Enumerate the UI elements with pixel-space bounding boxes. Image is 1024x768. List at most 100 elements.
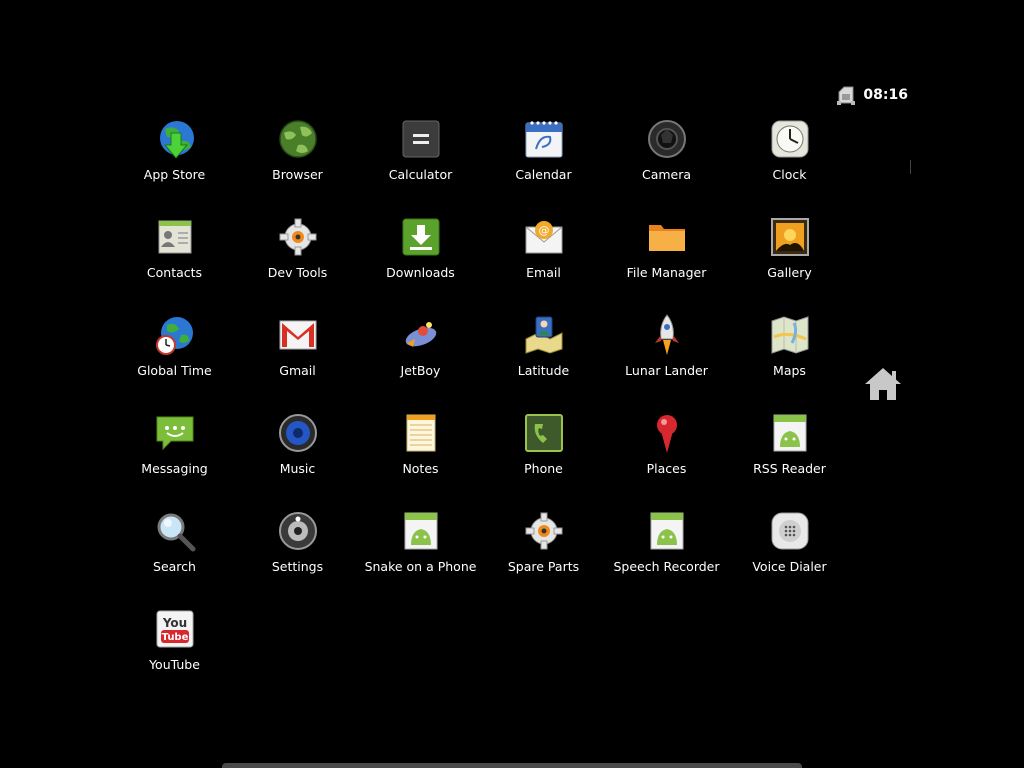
app-label: YouTube xyxy=(149,657,200,672)
app-label: Messaging xyxy=(141,461,208,476)
app-calendar[interactable]: Calendar xyxy=(482,116,605,214)
settings-icon xyxy=(275,508,321,554)
search-icon xyxy=(152,508,198,554)
app-contacts[interactable]: Contacts xyxy=(113,214,236,312)
app-speech-recorder[interactable]: Speech Recorder xyxy=(605,508,728,606)
status-bar: 08:16 xyxy=(835,84,908,106)
app-phone[interactable]: Phone xyxy=(482,410,605,508)
app-label: Snake on a Phone xyxy=(364,559,477,574)
app-grid: App Store Browser Calculator Calendar Camera… xyxy=(113,116,851,704)
app-store-icon xyxy=(152,116,198,162)
home-icon xyxy=(862,364,904,404)
app-label: Contacts xyxy=(146,265,203,280)
app-label: Dev Tools xyxy=(267,265,328,280)
app-label: Clock xyxy=(772,167,807,182)
clock-icon xyxy=(767,116,813,162)
svg-text:You: You xyxy=(161,616,186,630)
browser-icon xyxy=(275,116,321,162)
app-label: Gallery xyxy=(767,265,812,280)
app-spare-parts[interactable]: Spare Parts xyxy=(482,508,605,606)
app-label: Browser xyxy=(272,167,323,182)
app-label: Camera xyxy=(641,167,692,182)
speech-recorder-icon xyxy=(644,508,690,554)
voice-dialer-icon xyxy=(767,508,813,554)
app-calculator[interactable]: Calculator xyxy=(359,116,482,214)
app-rss-reader[interactable]: RSS Reader xyxy=(728,410,851,508)
app-label: Lunar Lander xyxy=(625,363,708,378)
rss-reader-icon xyxy=(767,410,813,456)
camera-icon xyxy=(644,116,690,162)
app-latitude[interactable]: Latitude xyxy=(482,312,605,410)
email-icon: @ xyxy=(521,214,567,260)
app-downloads[interactable]: Downloads xyxy=(359,214,482,312)
app-clock[interactable]: Clock xyxy=(728,116,851,214)
svg-text:@: @ xyxy=(538,224,549,237)
places-icon xyxy=(644,410,690,456)
bottom-handle[interactable] xyxy=(222,763,802,768)
lunar-lander-icon xyxy=(644,312,690,358)
phone-icon xyxy=(521,410,567,456)
app-label: Places xyxy=(646,461,687,476)
app-label: Gmail xyxy=(279,363,316,378)
app-label: Voice Dialer xyxy=(752,559,827,574)
app-label: App Store xyxy=(143,167,206,182)
downloads-icon xyxy=(398,214,444,260)
app-settings[interactable]: Settings xyxy=(236,508,359,606)
notes-icon xyxy=(398,410,444,456)
app-label: Maps xyxy=(773,363,806,378)
app-jetboy[interactable]: JetBoy xyxy=(359,312,482,410)
app-label: Calendar xyxy=(515,167,572,182)
youtube-icon: You Tube xyxy=(152,606,198,652)
app-label: RSS Reader xyxy=(753,461,826,476)
app-maps[interactable]: Maps xyxy=(728,312,851,410)
dev-tools-icon xyxy=(275,214,321,260)
scroll-indicator xyxy=(910,160,911,174)
app-label: Search xyxy=(153,559,196,574)
app-label: Calculator xyxy=(388,167,453,182)
file-manager-icon xyxy=(644,214,690,260)
music-icon xyxy=(275,410,321,456)
calculator-icon xyxy=(398,116,444,162)
maps-icon xyxy=(767,312,813,358)
app-label: File Manager xyxy=(626,265,707,280)
messaging-icon xyxy=(152,410,198,456)
app-music[interactable]: Music xyxy=(236,410,359,508)
app-label: Music xyxy=(279,461,316,476)
app-dev-tools[interactable]: Dev Tools xyxy=(236,214,359,312)
latitude-icon xyxy=(521,312,567,358)
gallery-icon xyxy=(767,214,813,260)
gmail-icon xyxy=(275,312,321,358)
snake-icon xyxy=(398,508,444,554)
app-snake[interactable]: Snake on a Phone xyxy=(359,508,482,606)
global-time-icon xyxy=(152,312,198,358)
calendar-icon xyxy=(521,116,567,162)
app-lunar-lander[interactable]: Lunar Lander xyxy=(605,312,728,410)
app-label: Latitude xyxy=(517,363,570,378)
app-browser[interactable]: Browser xyxy=(236,116,359,214)
app-label: Phone xyxy=(524,461,563,476)
contacts-icon xyxy=(152,214,198,260)
app-label: Downloads xyxy=(386,265,455,280)
home-button[interactable] xyxy=(862,364,904,404)
app-file-manager[interactable]: File Manager xyxy=(605,214,728,312)
app-messaging[interactable]: Messaging xyxy=(113,410,236,508)
app-voice-dialer[interactable]: Voice Dialer xyxy=(728,508,851,606)
jetboy-icon xyxy=(398,312,444,358)
app-gmail[interactable]: Gmail xyxy=(236,312,359,410)
app-camera[interactable]: Camera xyxy=(605,116,728,214)
app-label: Spare Parts xyxy=(507,559,580,574)
app-drawer-screen: 08:16 App Store Browser Calculator Calendar… xyxy=(0,0,1024,768)
app-youtube[interactable]: You Tube YouTube xyxy=(113,606,236,704)
app-gallery[interactable]: Gallery xyxy=(728,214,851,312)
app-notes[interactable]: Notes xyxy=(359,410,482,508)
sim-card-icon xyxy=(835,84,857,106)
app-app-store[interactable]: App Store xyxy=(113,116,236,214)
app-global-time[interactable]: Global Time xyxy=(113,312,236,410)
app-places[interactable]: Places xyxy=(605,410,728,508)
status-time: 08:16 xyxy=(863,87,908,103)
app-email[interactable]: @ Email xyxy=(482,214,605,312)
app-label: Global Time xyxy=(137,363,212,378)
svg-text:Tube: Tube xyxy=(161,632,188,643)
app-label: Email xyxy=(526,265,561,280)
app-search[interactable]: Search xyxy=(113,508,236,606)
